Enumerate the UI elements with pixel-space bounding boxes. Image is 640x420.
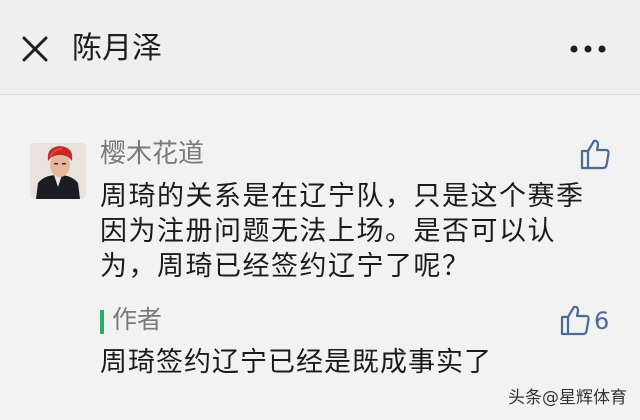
thumbs-up-icon — [580, 139, 610, 170]
comment-text: 周琦的关系是在辽宁队，只是这个赛季因为注册问题无法上场。是否可以认为，周琦已经签… — [100, 181, 585, 282]
close-icon — [22, 36, 48, 62]
avatar[interactable] — [30, 143, 86, 199]
thumbs-up-icon — [560, 305, 590, 336]
comment-like-button[interactable] — [578, 137, 612, 171]
reply-text: 周琦签约辽宁已经是既成事实了 — [100, 347, 492, 378]
comment-card: 樱木花道 周琦的关系是在辽宁队，只是这个赛季因为注册问题无法上场。是否可以认为，… — [0, 95, 640, 420]
reply-like-count: 6 — [594, 307, 610, 335]
reply-accent-bar — [100, 310, 104, 334]
more-button[interactable] — [566, 38, 610, 60]
more-horizontal-icon — [570, 45, 606, 53]
page-title: 陈月泽 — [72, 31, 162, 66]
watermark: 头条@星辉体育 — [508, 388, 627, 408]
author-label: 作者 — [112, 305, 163, 334]
commenter-name[interactable]: 樱木花道 — [100, 137, 204, 171]
close-button[interactable] — [20, 34, 50, 64]
header-bar: 陈月泽 — [0, 0, 640, 95]
reply-like-button[interactable] — [558, 303, 592, 337]
